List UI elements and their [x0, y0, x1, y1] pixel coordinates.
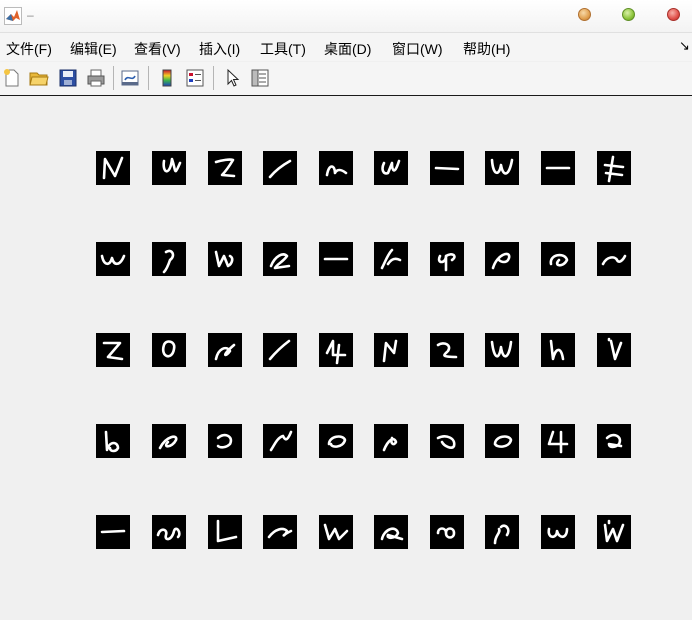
digit-thumbnail [541, 424, 575, 458]
save-icon[interactable] [58, 68, 78, 88]
print-icon[interactable] [86, 68, 106, 88]
menu-bar: 文件(F) 编辑(E) 查看(V) 插入(I) 工具(T) 桌面(D) 窗口(W… [0, 33, 692, 61]
digit-thumbnail [430, 515, 464, 549]
minimize-button[interactable] [578, 8, 591, 21]
digit-thumbnail [152, 424, 186, 458]
menu-edit[interactable]: 编辑(E) [70, 39, 117, 59]
digit-thumbnail [597, 151, 631, 185]
digit-thumbnail [263, 151, 297, 185]
menu-file[interactable]: 文件(F) [6, 39, 52, 59]
digit-thumbnail [208, 333, 242, 367]
digit-thumbnail [263, 242, 297, 276]
title-bar: – [0, 0, 692, 33]
digit-thumbnail [485, 242, 519, 276]
property-inspector-icon[interactable] [250, 68, 270, 88]
digit-thumbnail [96, 242, 130, 276]
matlab-logo-icon [4, 7, 22, 25]
digit-thumbnail [96, 151, 130, 185]
digit-thumbnail [152, 151, 186, 185]
digit-thumbnail [597, 515, 631, 549]
close-button[interactable] [667, 8, 680, 21]
digit-thumbnail [96, 515, 130, 549]
digit-thumbnail [263, 515, 297, 549]
dock-arrow-icon[interactable]: ↘ [679, 38, 690, 54]
digit-thumbnail [597, 333, 631, 367]
menu-insert[interactable]: 插入(I) [199, 39, 240, 59]
new-figure-icon[interactable] [2, 68, 22, 88]
figure-canvas[interactable] [0, 96, 692, 620]
digit-thumbnail [319, 242, 353, 276]
digit-thumbnail [374, 424, 408, 458]
open-file-icon[interactable] [29, 68, 49, 88]
digit-thumbnail [208, 515, 242, 549]
insert-colorbar-icon[interactable] [157, 68, 177, 88]
menu-window[interactable]: 窗口(W) [392, 39, 443, 59]
digit-thumbnail [541, 151, 575, 185]
digit-thumbnail [430, 151, 464, 185]
digit-thumbnail [152, 242, 186, 276]
digit-thumbnail [430, 424, 464, 458]
digit-thumbnail [263, 424, 297, 458]
digit-thumbnail [597, 242, 631, 276]
digit-thumbnail [96, 333, 130, 367]
menu-view[interactable]: 查看(V) [134, 39, 181, 59]
window-title: – [27, 8, 34, 22]
digit-thumbnail [541, 242, 575, 276]
figure-toolbar [0, 62, 692, 96]
digit-thumbnail [319, 515, 353, 549]
digit-thumbnail [208, 242, 242, 276]
digit-thumbnail [263, 333, 297, 367]
menu-help[interactable]: 帮助(H) [463, 39, 510, 59]
digit-thumbnail [485, 151, 519, 185]
digit-thumbnail [152, 515, 186, 549]
digit-thumbnail [374, 515, 408, 549]
digit-thumbnail [485, 515, 519, 549]
digit-thumbnail [374, 242, 408, 276]
digit-thumbnail [597, 424, 631, 458]
digit-thumbnail [541, 333, 575, 367]
toolbar-separator [148, 66, 149, 90]
toolbar-separator [213, 66, 214, 90]
digit-thumbnail [319, 424, 353, 458]
digit-thumbnail [319, 333, 353, 367]
menu-tools[interactable]: 工具(T) [260, 39, 306, 59]
digit-thumbnail [430, 242, 464, 276]
digit-thumbnail [541, 515, 575, 549]
toolbar-separator [113, 66, 114, 90]
select-pointer-icon[interactable] [223, 68, 243, 88]
digit-thumbnail [152, 333, 186, 367]
digit-thumbnail [374, 333, 408, 367]
digit-thumbnail [208, 424, 242, 458]
link-plot-icon[interactable] [120, 68, 140, 88]
digit-thumbnail [374, 151, 408, 185]
digit-thumbnail [319, 151, 353, 185]
digit-thumbnail [96, 424, 130, 458]
menu-desktop[interactable]: 桌面(D) [324, 39, 371, 59]
insert-legend-icon[interactable] [185, 68, 205, 88]
maximize-button[interactable] [622, 8, 635, 21]
digit-thumbnail [485, 424, 519, 458]
digit-thumbnail [430, 333, 464, 367]
digit-thumbnail [208, 151, 242, 185]
digit-thumbnail [485, 333, 519, 367]
